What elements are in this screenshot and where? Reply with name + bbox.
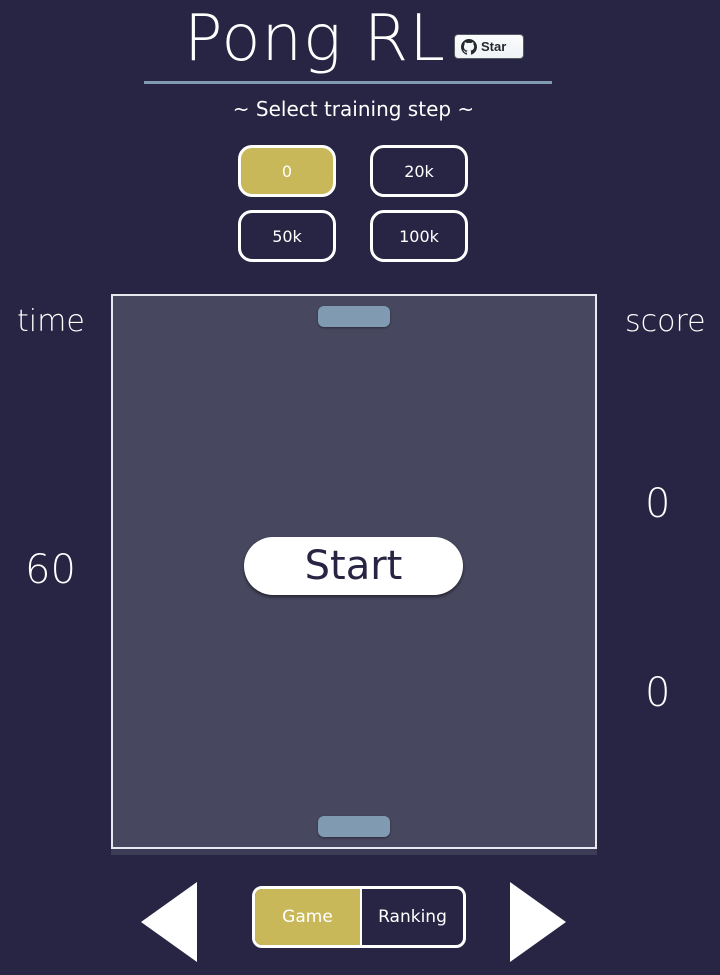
training-step-caption: ~ Select training step ~	[232, 97, 475, 121]
time-label: time	[17, 304, 85, 339]
page-title: Pong RL	[184, 2, 446, 76]
step-button-100k[interactable]: 100k	[370, 210, 468, 262]
triangle-right-icon[interactable]	[510, 882, 566, 962]
game-field-shadow	[111, 849, 597, 855]
title-divider	[144, 81, 552, 84]
step-button-50k[interactable]: 50k	[238, 210, 336, 262]
step-button-0[interactable]: 0	[238, 145, 336, 197]
tab-ranking[interactable]: Ranking	[359, 889, 463, 945]
triangle-left-icon[interactable]	[141, 882, 197, 962]
time-value: 60	[25, 547, 76, 593]
player-paddle[interactable]	[318, 816, 390, 837]
score-bottom-value: 0	[645, 670, 671, 716]
start-button[interactable]: Start	[244, 537, 463, 595]
opponent-paddle	[318, 306, 390, 327]
github-star-button[interactable]: Star	[454, 34, 524, 59]
tab-game[interactable]: Game	[255, 889, 360, 945]
step-button-20k[interactable]: 20k	[370, 145, 468, 197]
star-label: Star	[481, 39, 507, 54]
score-label: score	[625, 304, 706, 339]
mode-toggle: Game Ranking	[252, 886, 466, 948]
score-top-value: 0	[645, 481, 671, 527]
github-icon	[461, 38, 477, 55]
